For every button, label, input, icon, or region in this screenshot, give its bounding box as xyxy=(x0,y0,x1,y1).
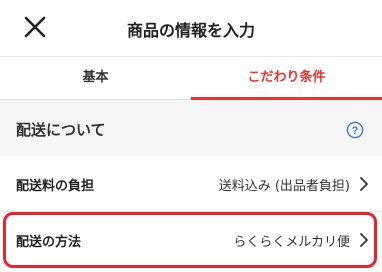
tab-detail-conditions[interactable]: こだわり条件 xyxy=(191,57,382,100)
svg-text:?: ? xyxy=(352,125,359,137)
app-header: 商品の情報を入力 xyxy=(0,0,382,56)
tab-basic[interactable]: 基本 xyxy=(0,57,191,100)
chevron-right-icon xyxy=(360,177,368,191)
question-circle-icon[interactable]: ? xyxy=(346,121,364,139)
chevron-right-icon xyxy=(360,233,368,247)
shipping-method-row[interactable]: 配送の方法 らくらくメルカリ便 xyxy=(0,212,382,268)
shipping-method-label: 配送の方法 xyxy=(16,235,82,250)
tab-bar: 基本 こだわり条件 xyxy=(0,56,382,100)
section-title: 配送について xyxy=(16,121,106,139)
shipping-fee-value: 送料込み (出品者負担) xyxy=(218,179,350,194)
shipping-fee-row[interactable]: 配送料の負担 送料込み (出品者負担) xyxy=(0,156,382,212)
shipping-fee-label: 配送料の負担 xyxy=(16,179,95,194)
page-title: 商品の情報を入力 xyxy=(126,21,255,40)
shipping-section-header: 配送について ? xyxy=(0,100,382,156)
shipping-method-value: らくらくメルカリ便 xyxy=(233,235,350,250)
